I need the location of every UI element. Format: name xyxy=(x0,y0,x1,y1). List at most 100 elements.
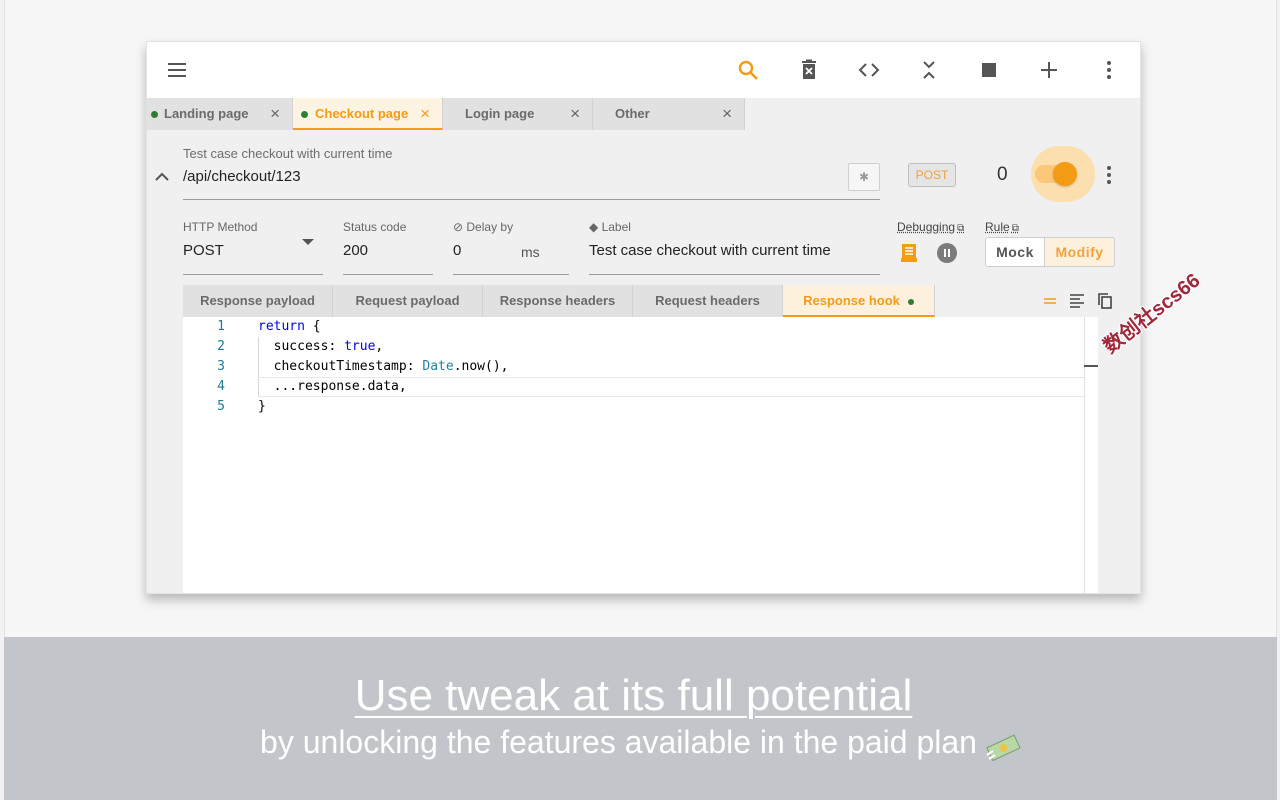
status-label: Status code xyxy=(343,220,407,234)
tab-label: Checkout page xyxy=(315,106,409,121)
field-underline xyxy=(453,274,569,275)
method-badge[interactable]: POST xyxy=(908,163,956,187)
code-line[interactable]: 5} xyxy=(183,397,1098,417)
delay-label-text: Delay by xyxy=(466,220,514,234)
code-text: checkoutTimestamp: Date.now(), xyxy=(258,357,509,377)
status-input[interactable]: 200 xyxy=(343,242,368,259)
method-select[interactable]: POST xyxy=(183,242,224,259)
toolbar xyxy=(147,42,1140,98)
debugging-link[interactable]: Debugging ⧉ xyxy=(897,220,964,234)
code-text: success: true, xyxy=(258,337,384,357)
add-icon[interactable] xyxy=(1037,58,1061,82)
tab-landing-page[interactable]: Landing page × xyxy=(147,98,293,130)
menu-icon[interactable] xyxy=(165,58,189,82)
chevron-down-icon[interactable] xyxy=(302,239,314,245)
tab-label: Response hook xyxy=(803,293,900,308)
close-icon[interactable]: × xyxy=(270,98,280,130)
chevron-up-icon[interactable] xyxy=(153,168,171,186)
label-label: ◆ Label xyxy=(589,220,631,234)
field-underline xyxy=(343,274,433,275)
code-token: } xyxy=(258,399,266,414)
code-line[interactable]: 3 checkoutTimestamp: Date.now(), xyxy=(183,357,1098,377)
code-token: return xyxy=(258,319,305,334)
document-icon[interactable] xyxy=(901,243,917,263)
tab-login-page[interactable]: Login page × xyxy=(443,98,593,130)
close-icon[interactable]: × xyxy=(570,98,580,130)
tab-request-payload[interactable]: Request payload xyxy=(333,285,483,317)
stop-icon[interactable] xyxy=(977,58,1001,82)
code-line[interactable]: 4 ...response.data, xyxy=(183,377,1098,397)
tab-response-headers[interactable]: Response headers xyxy=(483,285,633,317)
copy-icon[interactable] xyxy=(1097,293,1113,309)
label-input[interactable]: Test case checkout with current time xyxy=(589,242,831,259)
promo-title: Use tweak at its full potential xyxy=(354,671,913,720)
delay-label: ⊘ Delay by xyxy=(453,220,513,234)
code-text: return { xyxy=(258,317,321,337)
code-text: } xyxy=(258,397,266,417)
code-token: ...response.data, xyxy=(258,379,407,394)
promo-subtitle-text: by unlocking the features available in t… xyxy=(260,724,977,760)
promo-banner: Use tweak at its full potential by unloc… xyxy=(4,637,1277,800)
code-token: true xyxy=(344,339,376,354)
code-icon[interactable] xyxy=(857,58,881,82)
mock-button[interactable]: Mock xyxy=(985,237,1045,267)
status-dot xyxy=(301,111,308,118)
timer-off-icon: ⊘ xyxy=(453,220,467,234)
field-underline xyxy=(589,274,880,275)
close-icon[interactable]: × xyxy=(722,98,732,130)
code-token: success: xyxy=(258,339,345,354)
field-underline xyxy=(183,274,323,275)
code-line[interactable]: 2 success: true, xyxy=(183,337,1098,357)
code-token: .now(), xyxy=(453,359,509,374)
delete-icon[interactable] xyxy=(797,58,821,82)
code-token: Date xyxy=(422,359,454,374)
request-hint: Test case checkout with current time xyxy=(183,146,393,161)
tab-label: Login page xyxy=(465,106,535,121)
tab-request-headers[interactable]: Request headers xyxy=(633,285,783,317)
tab-response-payload[interactable]: Response payload xyxy=(183,285,333,317)
drag-handle-icon[interactable] xyxy=(1042,293,1058,309)
collapse-icon[interactable] xyxy=(917,58,941,82)
code-text: ...response.data, xyxy=(258,377,407,397)
app-window: Landing page × Checkout page × Login pag… xyxy=(146,41,1141,594)
tab-label: Other xyxy=(615,106,650,121)
code-line[interactable]: 1 return { xyxy=(183,317,1098,337)
external-link-icon: ⧉ xyxy=(1011,223,1019,234)
code-token: , xyxy=(375,339,384,354)
search-icon[interactable] xyxy=(736,58,760,82)
pause-icon[interactable] xyxy=(937,243,957,263)
toggle-thumb[interactable] xyxy=(1053,162,1077,186)
money-icon xyxy=(985,731,1021,761)
rule-link[interactable]: Rule ⧉ xyxy=(985,220,1019,234)
code-token: { xyxy=(304,319,321,334)
modify-button[interactable]: Modify xyxy=(1044,237,1115,267)
sparkle-icon[interactable]: ✱ xyxy=(848,163,880,191)
line-number: 2 xyxy=(217,339,225,354)
format-icon[interactable] xyxy=(1069,293,1085,309)
line-number: 1 xyxy=(217,319,225,334)
tab-checkout-page[interactable]: Checkout page × xyxy=(293,98,443,130)
external-link-icon: ⧉ xyxy=(957,223,965,234)
more-icon[interactable] xyxy=(1097,58,1121,82)
label-label-text: Label xyxy=(601,220,631,234)
rule-text: Rule xyxy=(985,220,1010,234)
code-token: checkoutTimestamp: xyxy=(258,359,423,374)
close-icon[interactable]: × xyxy=(420,98,430,130)
delay-input[interactable]: 0 xyxy=(453,242,461,259)
code-editor[interactable]: 1 return {2 success: true, 3 checkoutTimes… xyxy=(183,317,1098,593)
status-dot xyxy=(907,298,914,305)
line-number: 3 xyxy=(217,359,225,374)
more-icon[interactable] xyxy=(1101,163,1117,187)
tab-response-hook[interactable]: Response hook xyxy=(783,285,935,317)
status-dot xyxy=(151,111,158,118)
line-number: 5 xyxy=(217,399,225,414)
line-number: 4 xyxy=(217,379,225,394)
method-label: HTTP Method xyxy=(183,220,258,234)
page-tabs: Landing page × Checkout page × Login pag… xyxy=(147,98,1140,130)
label-tag-icon: ◆ xyxy=(589,220,602,234)
tab-other[interactable]: Other × xyxy=(593,98,745,130)
debugging-text: Debugging xyxy=(897,220,956,234)
tab-label: Landing page xyxy=(164,106,249,121)
promo-subtitle: by unlocking the features available in t… xyxy=(4,723,1277,761)
hit-count: 0 xyxy=(997,164,1008,185)
